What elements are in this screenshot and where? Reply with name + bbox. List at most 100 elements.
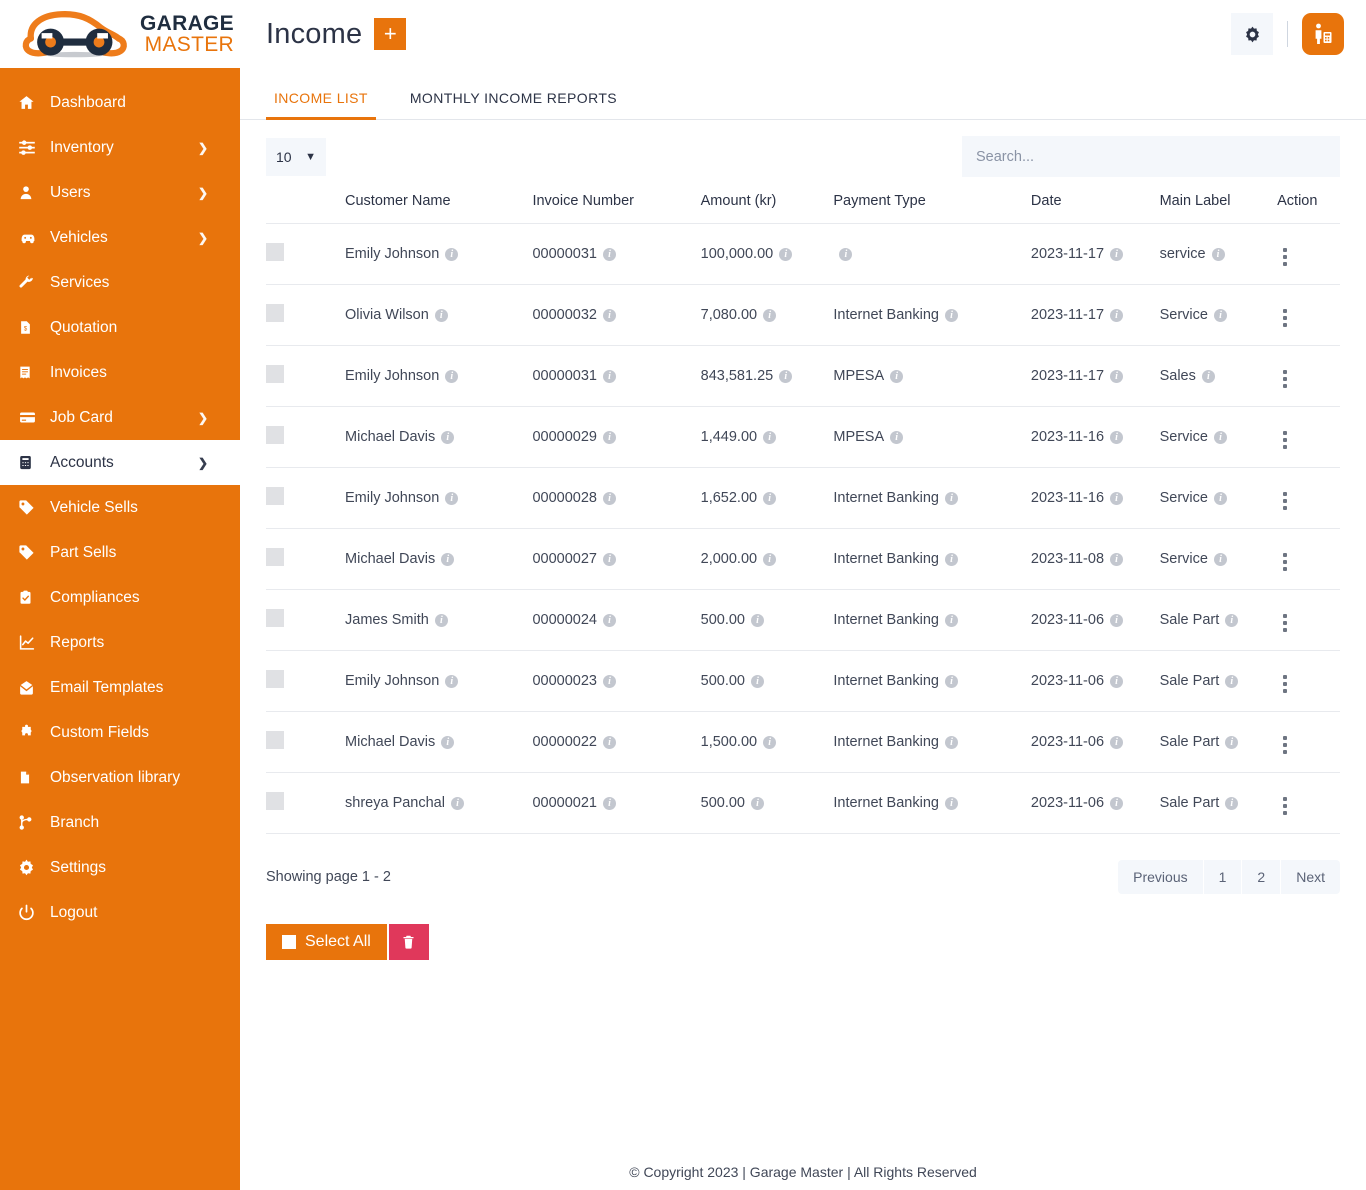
select-all-checkbox[interactable] xyxy=(282,935,296,949)
row-action-menu-button[interactable] xyxy=(1277,612,1293,634)
info-icon[interactable]: i xyxy=(751,797,764,810)
info-icon[interactable]: i xyxy=(945,675,958,688)
info-icon[interactable]: i xyxy=(445,370,458,383)
info-icon[interactable]: i xyxy=(435,614,448,627)
sidebar-item-users[interactable]: Users ❯ xyxy=(0,170,240,215)
info-icon[interactable]: i xyxy=(945,553,958,566)
row-action-menu-button[interactable] xyxy=(1277,429,1293,451)
info-icon[interactable]: i xyxy=(1214,492,1227,505)
row-checkbox[interactable] xyxy=(266,304,284,322)
sidebar-item-accounts[interactable]: Accounts ❯ xyxy=(0,440,240,485)
delete-selected-button[interactable] xyxy=(389,924,429,960)
row-checkbox[interactable] xyxy=(266,670,284,688)
info-icon[interactable]: i xyxy=(1225,614,1238,627)
row-checkbox[interactable] xyxy=(266,548,284,566)
info-icon[interactable]: i xyxy=(945,736,958,749)
row-action-menu-button[interactable] xyxy=(1277,368,1293,390)
row-action-menu-button[interactable] xyxy=(1277,734,1293,756)
add-income-button[interactable]: + xyxy=(374,18,406,50)
row-checkbox[interactable] xyxy=(266,487,284,505)
row-action-menu-button[interactable] xyxy=(1277,551,1293,573)
pagination-next[interactable]: Next xyxy=(1281,860,1340,894)
info-icon[interactable]: i xyxy=(451,797,464,810)
info-icon[interactable]: i xyxy=(603,492,616,505)
info-icon[interactable]: i xyxy=(890,370,903,383)
info-icon[interactable]: i xyxy=(945,309,958,322)
info-icon[interactable]: i xyxy=(603,736,616,749)
sidebar-item-part-sells[interactable]: Part Sells xyxy=(0,530,240,575)
sidebar-item-invoices[interactable]: Invoices xyxy=(0,350,240,395)
info-icon[interactable]: i xyxy=(945,797,958,810)
row-checkbox[interactable] xyxy=(266,731,284,749)
sidebar-item-compliances[interactable]: Compliances xyxy=(0,575,240,620)
info-icon[interactable]: i xyxy=(763,309,776,322)
info-icon[interactable]: i xyxy=(1212,248,1225,261)
sidebar-item-reports[interactable]: Reports xyxy=(0,620,240,665)
select-all-button[interactable]: Select All xyxy=(266,924,387,960)
info-icon[interactable]: i xyxy=(435,309,448,322)
info-icon[interactable]: i xyxy=(1225,736,1238,749)
info-icon[interactable]: i xyxy=(445,248,458,261)
sidebar-item-settings[interactable]: Settings xyxy=(0,845,240,890)
info-icon[interactable]: i xyxy=(1110,248,1123,261)
info-icon[interactable]: i xyxy=(603,675,616,688)
info-icon[interactable]: i xyxy=(763,492,776,505)
sidebar-item-logout[interactable]: Logout xyxy=(0,890,240,935)
info-icon[interactable]: i xyxy=(603,614,616,627)
accountant-profile-button[interactable] xyxy=(1302,13,1344,55)
info-icon[interactable]: i xyxy=(1110,736,1123,749)
info-icon[interactable]: i xyxy=(1110,675,1123,688)
info-icon[interactable]: i xyxy=(441,736,454,749)
brand-logo-area[interactable]: GARAGE MASTER xyxy=(0,0,240,68)
sidebar-item-dashboard[interactable]: Dashboard xyxy=(0,80,240,125)
pagination-previous[interactable]: Previous xyxy=(1118,860,1202,894)
sidebar-item-branch[interactable]: Branch xyxy=(0,800,240,845)
row-checkbox[interactable] xyxy=(266,243,284,261)
info-icon[interactable]: i xyxy=(441,553,454,566)
sidebar-item-vehicles[interactable]: Vehicles ❯ xyxy=(0,215,240,260)
info-icon[interactable]: i xyxy=(603,370,616,383)
sidebar-item-observation-library[interactable]: Observation library xyxy=(0,755,240,800)
info-icon[interactable]: i xyxy=(1214,431,1227,444)
info-icon[interactable]: i xyxy=(779,370,792,383)
sidebar-item-quotation[interactable]: $ Quotation xyxy=(0,305,240,350)
row-checkbox[interactable] xyxy=(266,792,284,810)
page-length-select[interactable]: 10 ▼ xyxy=(266,138,326,176)
info-icon[interactable]: i xyxy=(1225,675,1238,688)
info-icon[interactable]: i xyxy=(1110,431,1123,444)
info-icon[interactable]: i xyxy=(945,492,958,505)
sidebar-item-inventory[interactable]: Inventory ❯ xyxy=(0,125,240,170)
info-icon[interactable]: i xyxy=(945,614,958,627)
row-checkbox[interactable] xyxy=(266,609,284,627)
info-icon[interactable]: i xyxy=(1225,797,1238,810)
sidebar-item-services[interactable]: Services xyxy=(0,260,240,305)
info-icon[interactable]: i xyxy=(751,614,764,627)
info-icon[interactable]: i xyxy=(779,248,792,261)
info-icon[interactable]: i xyxy=(603,431,616,444)
info-icon[interactable]: i xyxy=(603,797,616,810)
row-action-menu-button[interactable] xyxy=(1277,673,1293,695)
row-action-menu-button[interactable] xyxy=(1277,490,1293,512)
info-icon[interactable]: i xyxy=(751,675,764,688)
sidebar-item-vehicle-sells[interactable]: Vehicle Sells xyxy=(0,485,240,530)
info-icon[interactable]: i xyxy=(763,553,776,566)
row-action-menu-button[interactable] xyxy=(1277,795,1293,817)
row-checkbox[interactable] xyxy=(266,426,284,444)
row-action-menu-button[interactable] xyxy=(1277,246,1293,268)
info-icon[interactable]: i xyxy=(763,431,776,444)
info-icon[interactable]: i xyxy=(603,553,616,566)
search-input[interactable] xyxy=(962,136,1340,177)
info-icon[interactable]: i xyxy=(890,431,903,444)
info-icon[interactable]: i xyxy=(441,431,454,444)
info-icon[interactable]: i xyxy=(1202,370,1215,383)
settings-gear-button[interactable] xyxy=(1231,13,1273,55)
tab-monthly-income-reports[interactable]: MONTHLY INCOME REPORTS xyxy=(402,90,625,119)
info-icon[interactable]: i xyxy=(763,736,776,749)
info-icon[interactable]: i xyxy=(1110,614,1123,627)
tab-income-list[interactable]: INCOME LIST xyxy=(266,90,376,119)
sidebar-item-job-card[interactable]: Job Card ❯ xyxy=(0,395,240,440)
sidebar-item-custom-fields[interactable]: Custom Fields xyxy=(0,710,240,755)
pagination-page-1[interactable]: 1 xyxy=(1204,860,1242,894)
info-icon[interactable]: i xyxy=(1110,553,1123,566)
row-action-menu-button[interactable] xyxy=(1277,307,1293,329)
